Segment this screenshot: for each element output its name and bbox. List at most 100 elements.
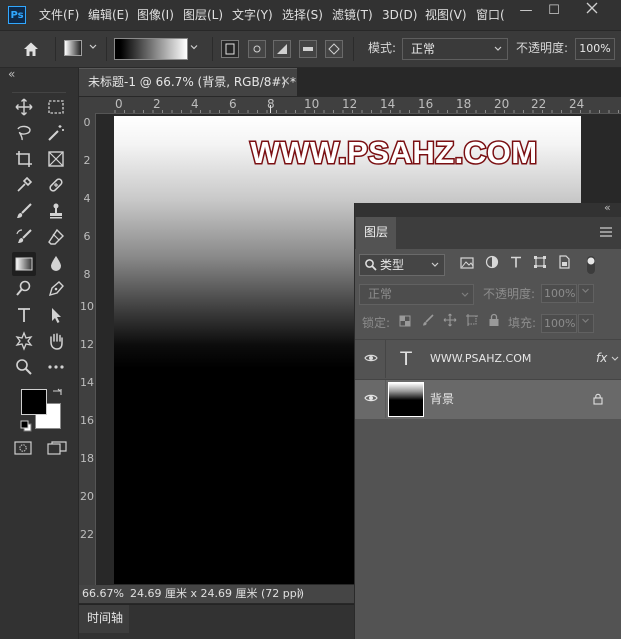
eye-icon[interactable] [362,340,380,378]
layer-name[interactable]: WWW.PSAHZ.COM [430,340,531,378]
pen-tool-icon[interactable] [45,279,67,301]
shape-filter-icon[interactable] [531,255,549,275]
fill-input[interactable]: 100% [541,314,577,333]
menu-file[interactable]: 文件(F) [39,0,79,30]
more-tools-icon[interactable] [45,357,67,379]
menu-edit[interactable]: 编辑(E) [88,0,129,30]
ruler-tick-label: 6 [83,230,91,243]
move-tool-icon[interactable] [13,97,35,119]
lock-position-icon[interactable] [441,313,459,333]
marquee-tool-icon[interactable] [45,97,67,119]
collapse-panel-icon[interactable]: « [604,201,611,214]
eraser-tool-icon[interactable] [45,227,67,249]
timeline-tab-label: 时间轴 [87,611,124,625]
lock-all-icon[interactable] [485,313,503,333]
custom-shape-tool-icon[interactable] [13,331,35,353]
status-menu-arrow[interactable]: 〉 [297,585,308,603]
chevron-down-icon [430,259,440,274]
clone-stamp-tool-icon[interactable] [45,201,67,223]
separator [106,37,107,61]
adjustment-filter-icon[interactable] [483,255,501,275]
layer-row-text[interactable]: T WWW.PSAHZ.COM fx [355,339,621,379]
horizontal-ruler[interactable]: 0 2 4 6 8 10 12 14 16 18 20 22 24 [79,97,621,114]
diamond-gradient-button[interactable] [325,40,343,58]
magic-wand-tool-icon[interactable] [45,123,67,145]
healing-brush-tool-icon[interactable] [45,175,67,197]
lock-label: 锁定: [362,316,391,330]
timeline-tab[interactable]: 时间轴 [79,605,129,633]
watermark-text-layer[interactable]: WWW.PSAHZ.COM [234,132,554,172]
close-icon [586,2,598,14]
filter-toggle-icon[interactable] [585,255,597,275]
blur-tool-icon[interactable] [45,253,67,275]
gradient-dropdown-chevron[interactable] [188,41,202,55]
separator [212,37,213,61]
blend-mode-select[interactable]: 正常 [359,284,474,305]
document-tab[interactable]: 未标题-1 @ 66.7% (背景, RGB/8#) * × [79,68,297,96]
layer-row-background[interactable]: 背景 [355,379,621,419]
gradient-tool-icon[interactable] [64,40,82,56]
vertical-ruler[interactable]: 0 2 4 6 8 10 12 14 16 18 20 22 [79,113,96,585]
menu-window[interactable]: 窗口( [476,0,510,30]
ruler-tick-label: 12 [80,338,94,351]
brush-tool-icon[interactable] [13,201,35,223]
smart-object-filter-icon[interactable] [555,255,573,275]
eye-icon[interactable] [362,380,380,418]
default-colors-icon[interactable] [20,420,32,432]
ruler-tick-label: 14 [80,376,94,389]
linear-gradient-button[interactable] [221,40,239,58]
radial-gradient-button[interactable] [248,40,266,58]
gradient-picker[interactable] [114,38,188,60]
search-icon [364,258,378,272]
lock-artboard-icon[interactable] [463,313,481,333]
close-window-button[interactable] [575,0,609,24]
zoom-level[interactable]: 66.67% [82,585,124,603]
layer-filter-select[interactable]: 类型 [359,254,445,276]
menu-3d[interactable]: 3D(D) [382,0,417,30]
fx-badge[interactable]: fx [596,340,607,377]
menu-filter[interactable]: 滤镜(T) [332,0,373,30]
type-filter-icon[interactable] [507,255,525,275]
type-tool-icon[interactable] [13,305,35,327]
layer-name[interactable]: 背景 [430,380,454,418]
foreground-color-swatch[interactable] [21,389,47,415]
image-filter-icon[interactable] [458,255,476,275]
screen-mode-icon[interactable] [47,441,67,457]
tab-layers[interactable]: 图层 [356,217,396,249]
layer-opacity-dropdown[interactable] [578,284,594,303]
collapse-icon[interactable]: « [8,67,15,81]
menu-image[interactable]: 图像(I) [137,0,174,30]
lasso-tool-icon[interactable] [13,123,35,145]
history-brush-tool-icon[interactable] [13,227,35,249]
hand-tool-icon[interactable] [45,331,67,353]
frame-tool-icon[interactable] [45,149,67,171]
crop-tool-icon[interactable] [13,149,35,171]
menu-view[interactable]: 视图(V) [425,0,467,30]
eyedropper-tool-icon[interactable] [13,175,35,197]
reflected-gradient-button[interactable] [299,40,317,58]
path-selection-tool-icon[interactable] [45,305,67,327]
mode-select[interactable]: 正常 [402,38,508,60]
layer-opacity-input[interactable]: 100% [541,284,577,303]
options-bar: 模式: 正常 不透明度: 100% [0,31,621,68]
panel-menu-icon[interactable] [597,223,615,241]
home-icon[interactable] [22,40,42,58]
menu-layer[interactable]: 图层(L) [183,0,223,30]
ruler-tick-label: 8 [83,268,91,281]
dodge-tool-icon[interactable] [13,279,35,301]
gradient-tool-icon[interactable] [12,252,36,276]
lock-transparent-pixels-icon[interactable] [396,313,414,333]
opacity-input[interactable]: 100% [575,38,615,60]
menu-select[interactable]: 选择(S) [282,0,323,30]
maximize-button[interactable]: ☐ [537,0,571,24]
angle-gradient-button[interactable] [273,40,291,58]
chevron-down-icon[interactable] [611,353,619,367]
zoom-tool-icon[interactable] [13,357,35,379]
fill-dropdown[interactable] [578,314,594,333]
close-icon[interactable]: × [280,69,291,96]
menu-type[interactable]: 文字(Y) [232,0,273,30]
swap-colors-icon[interactable] [51,387,63,399]
lock-image-pixels-icon[interactable] [419,313,437,333]
chevron-down-icon[interactable] [88,41,100,55]
quick-mask-icon[interactable] [14,441,34,457]
